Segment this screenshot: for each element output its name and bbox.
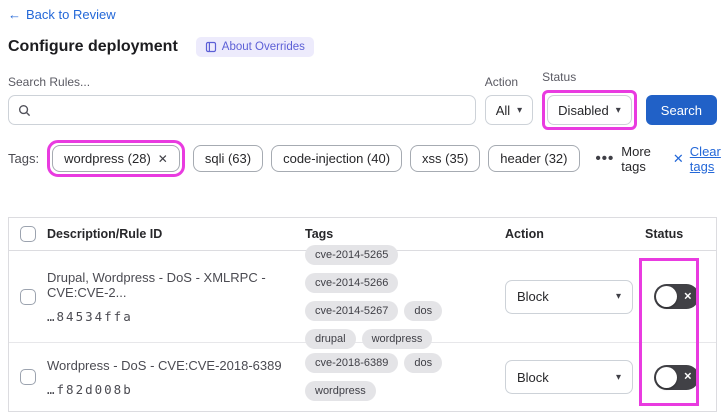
about-overrides-label: About Overrides	[221, 41, 305, 53]
rule-tags-cell: cve-2018-6389 dos wordpress	[297, 353, 497, 401]
toggle-x-icon: ✕	[683, 291, 692, 302]
configure-deployment-page: ← Back to Review Configure deployment Ab…	[0, 0, 725, 412]
table-row: Wordpress - DoS - CVE:CVE-2018-6389 …f82…	[9, 343, 716, 411]
rule-tag-pill: cve-2014-5265	[305, 244, 399, 265]
rule-action-cell: Block ▾	[497, 360, 637, 394]
action-filter-group: Action All ▾	[484, 75, 534, 130]
search-rules-input[interactable]	[38, 102, 466, 118]
header-checkbox-cell	[9, 226, 39, 242]
status-filter-value: Disabled	[558, 102, 609, 118]
title-row: Configure deployment About Overrides	[8, 37, 717, 57]
caret-down-icon: ▾	[615, 371, 621, 383]
filter-bar: Search Rules... Action All ▾ Status Disa…	[8, 70, 717, 130]
rule-id: …f82d008b	[47, 381, 133, 397]
tag-chip-header[interactable]: header (32)	[488, 145, 580, 172]
row-checkbox-cell	[9, 369, 39, 385]
action-filter-select[interactable]: All ▾	[484, 95, 534, 125]
back-to-review-link[interactable]: ← Back to Review	[8, 7, 116, 22]
action-filter-label: Action	[484, 75, 519, 89]
rule-description: Wordpress - DoS - CVE:CVE-2018-6389	[47, 357, 282, 373]
row-checkbox[interactable]	[20, 288, 36, 305]
action-select-value: Block	[517, 289, 549, 304]
rule-tag-pill: cve-2014-5266	[305, 272, 399, 293]
toggle-x-icon: ✕	[683, 371, 692, 383]
status-filter-highlight-annotation: Disabled ▾	[542, 90, 637, 130]
column-header-tags: Tags	[305, 227, 334, 241]
tag-chip-xss[interactable]: xss (35)	[410, 145, 481, 172]
column-header-action: Action	[505, 227, 544, 241]
toggle-knob	[656, 366, 677, 388]
search-group: Search Rules...	[8, 75, 476, 125]
status-filter-select[interactable]: Disabled ▾	[547, 95, 632, 125]
tags-label: Tags:	[8, 151, 40, 166]
back-arrow-icon: ←	[8, 7, 21, 22]
tag-chip-label: header (32)	[500, 151, 568, 166]
rule-description-cell: Wordpress - DoS - CVE:CVE-2018-6389 …f82…	[39, 358, 297, 397]
rule-tag-pill: wordpress	[305, 381, 376, 401]
tag-chip-label: code-injection (40)	[283, 151, 391, 166]
page-title: Configure deployment	[8, 38, 178, 55]
search-icon	[18, 104, 31, 116]
ellipsis-icon: •••	[595, 150, 615, 167]
search-box	[8, 95, 476, 125]
tag-chip-sqli[interactable]: sqli (63)	[192, 145, 264, 172]
clear-tags-label: Clear tags	[689, 143, 721, 174]
remove-tag-icon[interactable]: ✕	[158, 152, 168, 166]
rule-id: …84534ffa	[47, 308, 133, 324]
caret-down-icon: ▾	[615, 104, 621, 116]
search-rules-label: Search Rules...	[8, 75, 91, 89]
caret-down-icon: ▾	[615, 291, 621, 302]
clear-x-icon: ✕	[672, 150, 684, 166]
tags-bar: Tags: wordpress (28) ✕ sqli (63) code-in…	[8, 140, 721, 177]
more-tags-label: More tags	[621, 143, 651, 174]
table-row: Drupal, Wordpress - DoS - XMLRPC - CVE:C…	[9, 244, 716, 349]
tag-chip-label: wordpress (28)	[64, 151, 151, 166]
rule-tag-pill: cve-2018-6389	[305, 353, 399, 373]
rule-tag-pill: dos	[404, 353, 443, 373]
search-button[interactable]: Search	[645, 95, 717, 125]
row-checkbox[interactable]	[20, 369, 36, 385]
action-select[interactable]: Block ▾	[505, 279, 633, 314]
caret-down-icon: ▾	[517, 104, 523, 116]
about-overrides-badge[interactable]: About Overrides	[195, 37, 314, 57]
rule-status-cell: ✕	[637, 364, 716, 390]
rule-status-cell: ✕	[637, 284, 716, 309]
status-filter-group: Status Disabled ▾	[542, 70, 637, 130]
rule-description-cell: Drupal, Wordpress - DoS - XMLRPC - CVE:C…	[39, 270, 297, 324]
clear-tags-link[interactable]: ✕ Clear tags	[673, 144, 721, 174]
rule-tags-cell: cve-2014-5265 cve-2014-5266 cve-2014-526…	[297, 244, 497, 349]
tag-chip-wordpress[interactable]: wordpress (28) ✕	[52, 145, 180, 172]
tag-chip-code-injection[interactable]: code-injection (40)	[271, 145, 403, 172]
tag-chip-label: xss (35)	[422, 151, 469, 166]
column-header-status: Status	[645, 227, 684, 241]
rules-table: Description/Rule ID Tags Action Status D…	[8, 217, 717, 412]
status-toggle-off[interactable]: ✕	[654, 284, 699, 309]
action-select-value: Block	[517, 369, 549, 385]
toggle-knob	[656, 286, 677, 307]
column-header-description: Description/Rule ID	[47, 227, 163, 241]
rule-tag-pill: cve-2014-5267	[305, 300, 399, 321]
action-filter-value: All	[495, 102, 511, 118]
status-filter-label: Status	[542, 70, 577, 84]
rule-description: Drupal, Wordpress - DoS - XMLRPC - CVE:C…	[47, 269, 266, 300]
rule-tag-pill: drupal	[305, 328, 356, 349]
tag-chip-label: sqli (63)	[204, 151, 252, 166]
status-toggle-off[interactable]: ✕	[654, 364, 699, 390]
more-tags-button[interactable]: ••• More tags	[596, 144, 651, 174]
rule-tag-pill: dos	[404, 300, 443, 321]
docs-book-icon	[205, 41, 216, 53]
back-link-label: Back to Review	[26, 7, 116, 22]
rule-action-cell: Block ▾	[497, 279, 637, 314]
rule-tag-pill: wordpress	[361, 328, 433, 349]
select-all-checkbox[interactable]	[20, 226, 36, 242]
action-select[interactable]: Block ▾	[505, 360, 633, 394]
row-checkbox-cell	[9, 288, 39, 305]
selected-tag-highlight-annotation: wordpress (28) ✕	[47, 140, 185, 177]
